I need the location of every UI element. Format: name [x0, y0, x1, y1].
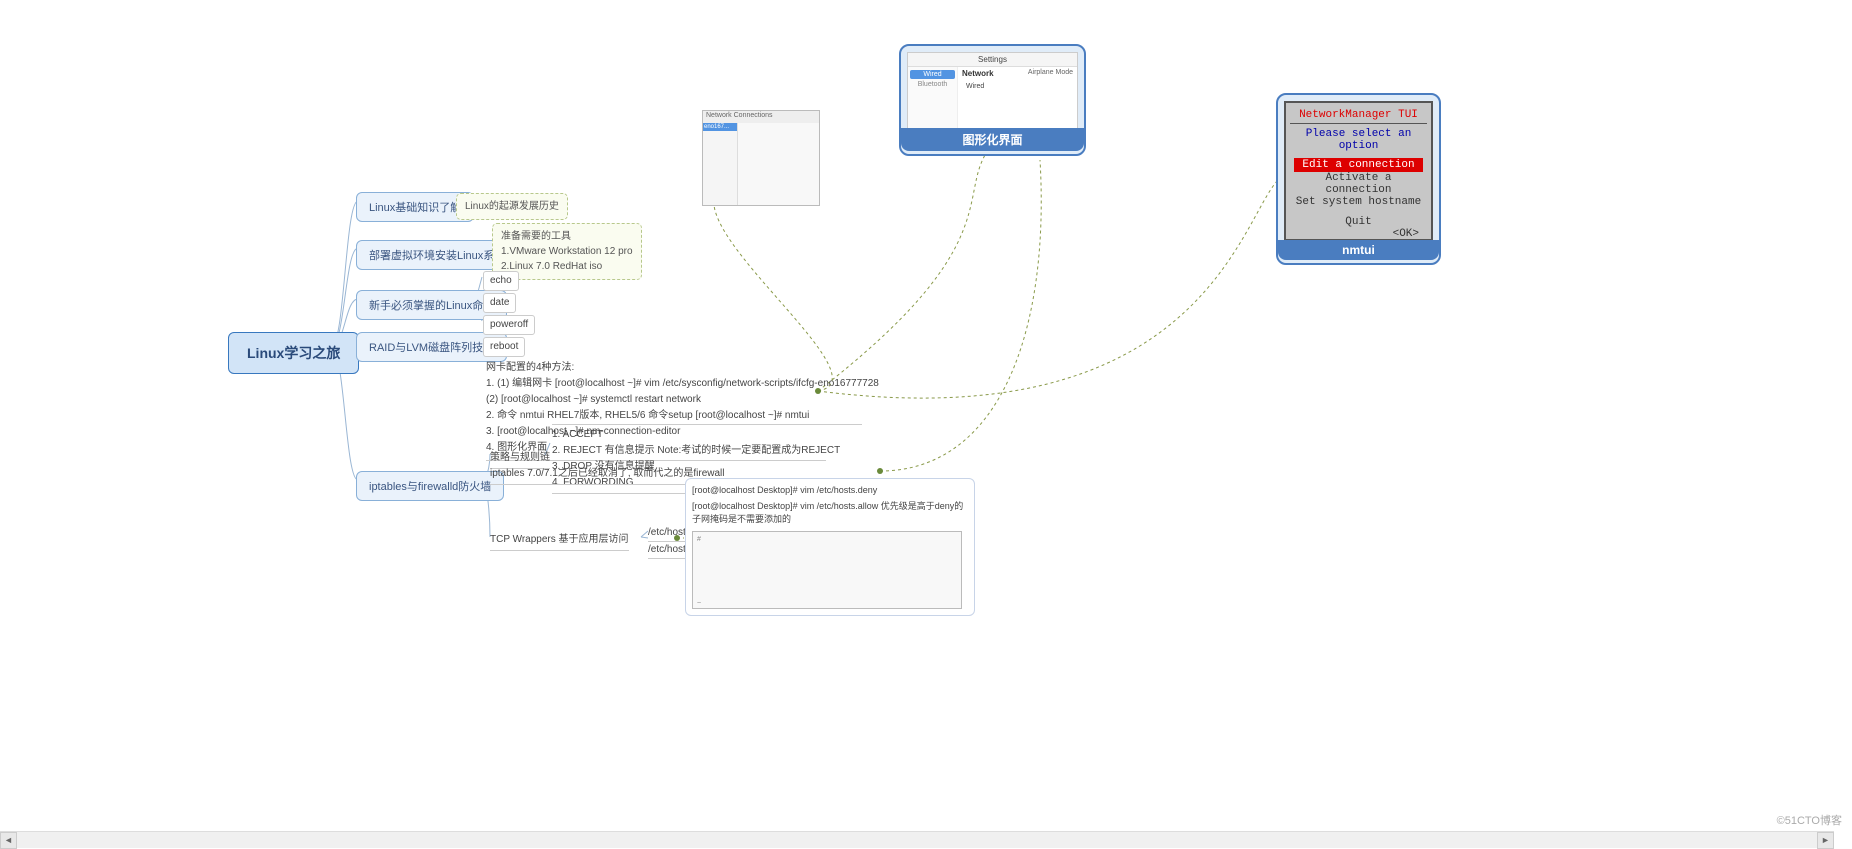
mindmap-canvas[interactable]: Linux学习之旅 Linux基础知识了解 部署虚拟环境安装Linux系统 新手… [0, 0, 1852, 712]
gui-wired: Wired [966, 83, 984, 90]
netcfg-l3: 2. 命令 nmtui RHEL7版本, RHEL5/6 命令setup [ro… [486, 408, 826, 424]
horizontal-scrollbar[interactable]: ◄ ► [0, 831, 1834, 848]
gui-settings-window: Settings Wired Bluetooth Network Airplan… [907, 52, 1078, 134]
tui-prompt: Please select an option [1294, 128, 1423, 152]
tui-opt-hostname[interactable]: Set system hostname [1294, 196, 1423, 208]
tui-opt-activate[interactable]: Activate a connection [1294, 172, 1423, 196]
watermark: ©51CTO博客 [1777, 812, 1842, 828]
tui-window: NetworkManager TUI Please select an opti… [1284, 101, 1433, 241]
cmd-echo: echo [483, 271, 519, 291]
note-history: Linux的起源发展历史 [456, 193, 568, 220]
gui-tab: Network [962, 69, 994, 78]
branch-firewall[interactable]: iptables与firewalld防火墙 [356, 471, 504, 501]
note-tools-l1: 1.VMware Workstation 12 pro [501, 246, 633, 257]
cmd-date: date [483, 293, 516, 313]
group-gui-caption: 图形化界面 [901, 128, 1084, 151]
hosts-l1: [root@localhost Desktop]# vim /etc/hosts… [692, 485, 968, 495]
policy-l1: 1. ACCEPT [552, 427, 862, 443]
netcfg-l2: (2) [root@localhost ~]# systemctl restar… [486, 392, 826, 408]
scroll-track[interactable] [17, 832, 1817, 849]
tcpw-label: TCP Wrappers 基于应用层访问 [490, 532, 629, 551]
cmd-list: echo date poweroff reboot [483, 270, 535, 358]
gui-side-wired: Wired [910, 70, 955, 79]
tui-opt-edit[interactable]: Edit a connection [1294, 158, 1423, 172]
netcfg-title: 网卡配置的4种方法: [486, 360, 826, 376]
scroll-left-button[interactable]: ◄ [0, 832, 17, 849]
policy-l2: 2. REJECT 有信息提示 Note:考试的时候一定要配置成为REJECT [552, 443, 862, 459]
tui-ok[interactable]: <OK> [1294, 228, 1423, 240]
gui-airplane: Airplane Mode [1028, 69, 1073, 76]
tui-quit[interactable]: Quit [1294, 216, 1423, 228]
thumb-nm-editor: Network Connections eno167... [702, 110, 820, 206]
root-node[interactable]: Linux学习之旅 [228, 332, 359, 374]
hosts-block: [root@localhost Desktop]# vim /etc/hosts… [685, 478, 975, 616]
gui-title: Settings [908, 53, 1077, 67]
scroll-right-button[interactable]: ► [1817, 832, 1834, 849]
group-nmtui: NetworkManager TUI Please select an opti… [1276, 93, 1441, 265]
hosts-l2: [root@localhost Desktop]# vim /etc/hosts… [692, 499, 968, 525]
group-nmtui-caption: nmtui [1278, 240, 1439, 260]
netcfg-l1: 1. (1) 编辑网卡 [root@localhost ~]# vim /etc… [486, 376, 826, 392]
group-gui: Settings Wired Bluetooth Network Airplan… [899, 44, 1086, 156]
note-tools-title: 准备需要的工具 [501, 231, 571, 242]
cmd-poweroff: poweroff [483, 315, 535, 335]
cmd-reboot: reboot [483, 337, 525, 357]
tui-title: NetworkManager TUI [1290, 107, 1427, 124]
